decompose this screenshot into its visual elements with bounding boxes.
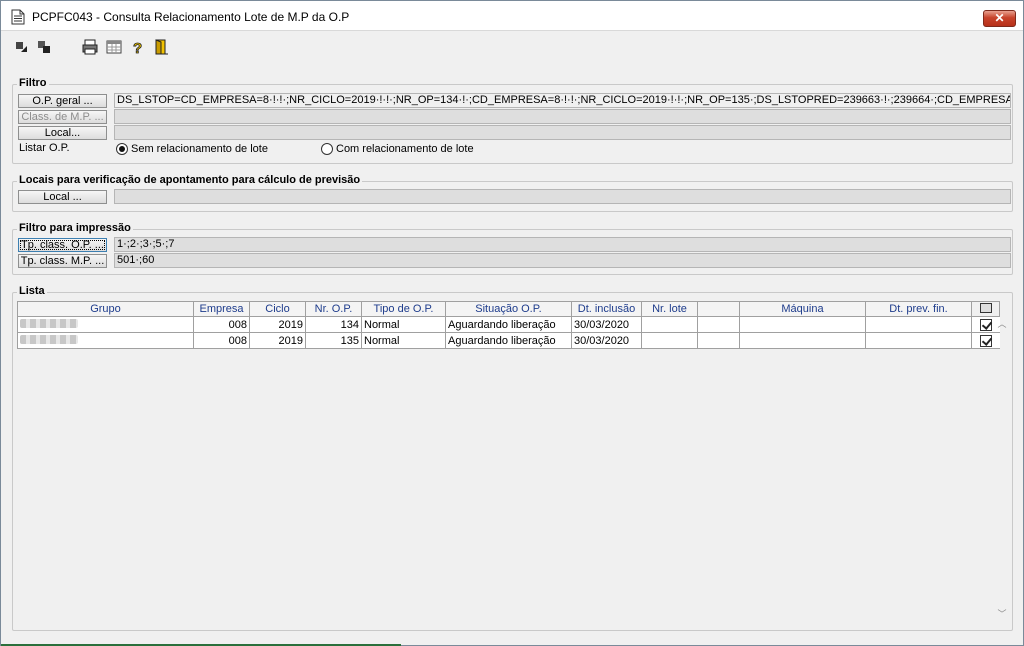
redacted-text — [20, 334, 78, 344]
document-icon — [11, 9, 25, 25]
lista-title: Lista — [17, 285, 47, 297]
cell-empresa[interactable]: 008 — [193, 332, 250, 349]
scroll-up-icon[interactable]: ︿ — [996, 319, 1008, 329]
row-checkbox[interactable] — [979, 318, 992, 331]
table-header-row: Grupo Empresa Ciclo Nr. O.P. Tipo de O.P… — [17, 301, 1000, 317]
col-grupo[interactable]: Grupo — [17, 301, 194, 317]
impressao-title: Filtro para impressão — [17, 222, 133, 234]
cell-situacao[interactable]: Aguardando liberação — [445, 332, 572, 349]
cell-ciclo[interactable]: 2019 — [249, 316, 306, 333]
radio-sem-label[interactable]: Sem relacionamento de lote — [131, 143, 268, 155]
impressao-group: Filtro para impressão Tp. class. O.P. ..… — [12, 222, 1013, 275]
cell-dt-inclusao[interactable]: 30/03/2020 — [571, 332, 642, 349]
cell-situacao[interactable]: Aguardando liberação — [445, 316, 572, 333]
app-window: PCPFC043 - Consulta Relacionamento Lote … — [0, 0, 1024, 646]
table-row[interactable]: 008 2019 135 Normal Aguardando liberação… — [17, 332, 1000, 349]
cell-extra[interactable] — [697, 332, 740, 349]
locais-local-field[interactable] — [114, 189, 1011, 204]
cell-empresa[interactable]: 008 — [193, 316, 250, 333]
table-row[interactable]: 008 2019 134 Normal Aguardando liberação… — [17, 316, 1000, 333]
col-dt-prev-fin[interactable]: Dt. prev. fin. — [865, 301, 972, 317]
redacted-text — [20, 318, 78, 328]
locais-local-button[interactable]: Local ... — [18, 190, 107, 204]
class-mp-button[interactable]: Class. de M.P. ... — [18, 110, 107, 124]
lista-table: Grupo Empresa Ciclo Nr. O.P. Tipo de O.P… — [17, 301, 1000, 349]
close-button[interactable]: ✕ — [983, 10, 1016, 27]
locais-group: Locais para verificação de apontamento p… — [12, 174, 1013, 212]
row-checkbox[interactable] — [979, 334, 992, 347]
class-mp-field[interactable] — [114, 109, 1011, 124]
cell-grupo[interactable] — [17, 316, 194, 333]
cell-nr-op[interactable]: 135 — [305, 332, 362, 349]
calendar-grid-icon[interactable] — [105, 38, 123, 56]
cell-nr-lote[interactable] — [641, 316, 698, 333]
cell-tipo[interactable]: Normal — [361, 332, 446, 349]
list-scrollbar[interactable]: ︿ ﹀ — [996, 319, 1008, 621]
cell-dt-prev[interactable] — [865, 316, 972, 333]
col-empresa[interactable]: Empresa — [193, 301, 250, 317]
select-column-icon — [979, 302, 992, 313]
listar-op-label: Listar O.P. — [19, 142, 70, 154]
col-nr-op[interactable]: Nr. O.P. — [305, 301, 362, 317]
window-title: PCPFC043 - Consulta Relacionamento Lote … — [32, 10, 350, 24]
tp-class-mp-field[interactable]: 501·;60 — [114, 253, 1011, 268]
title-bar: PCPFC043 - Consulta Relacionamento Lote … — [1, 1, 1023, 31]
cell-dt-prev[interactable] — [865, 332, 972, 349]
radio-com-relacionamento[interactable] — [321, 143, 333, 155]
first-record-icon[interactable] — [13, 38, 31, 56]
cell-maquina[interactable] — [739, 332, 866, 349]
filtro-title: Filtro — [17, 77, 49, 89]
tp-class-mp-button[interactable]: Tp. class. M.P. ... — [18, 254, 107, 268]
help-icon[interactable]: ? — [129, 38, 147, 56]
col-ciclo[interactable]: Ciclo — [249, 301, 306, 317]
cell-nr-lote[interactable] — [641, 332, 698, 349]
lista-group: Lista Grupo Empresa Ciclo Nr. O.P. Tipo … — [12, 285, 1013, 631]
col-dt-inclusao[interactable]: Dt. inclusão — [571, 301, 642, 317]
local-button[interactable]: Local... — [18, 126, 107, 140]
exit-door-icon[interactable] — [152, 38, 170, 56]
print-icon[interactable] — [81, 38, 99, 56]
col-select-all[interactable] — [971, 301, 1000, 317]
filtro-group: Filtro O.P. geral ... DS_LSTOP=CD_EMPRES… — [12, 77, 1013, 164]
cell-tipo[interactable]: Normal — [361, 316, 446, 333]
col-nr-lote[interactable]: Nr. lote — [641, 301, 698, 317]
cell-extra[interactable] — [697, 316, 740, 333]
cell-nr-op[interactable]: 134 — [305, 316, 362, 333]
cell-ciclo[interactable]: 2019 — [249, 332, 306, 349]
radio-com-label[interactable]: Com relacionamento de lote — [336, 143, 474, 155]
op-geral-field[interactable]: DS_LSTOP=CD_EMPRESA=8·!·!·;NR_CICLO=2019… — [114, 93, 1011, 108]
op-geral-button[interactable]: O.P. geral ... — [18, 94, 107, 108]
col-extra[interactable] — [697, 301, 740, 317]
local-field[interactable] — [114, 125, 1011, 140]
col-maquina[interactable]: Máquina — [739, 301, 866, 317]
svg-text:?: ? — [133, 40, 142, 56]
scroll-down-icon[interactable]: ﹀ — [996, 609, 1008, 619]
tp-class-op-button[interactable]: Tp. class. O.P. ... — [18, 238, 107, 252]
locais-title: Locais para verificação de apontamento p… — [17, 174, 363, 186]
col-situacao-op[interactable]: Situação O.P. — [445, 301, 572, 317]
cell-maquina[interactable] — [739, 316, 866, 333]
cell-dt-inclusao[interactable]: 30/03/2020 — [571, 316, 642, 333]
cell-grupo[interactable] — [17, 332, 194, 349]
radio-sem-relacionamento[interactable] — [116, 143, 128, 155]
previous-record-icon[interactable] — [36, 38, 54, 56]
col-tipo-op[interactable]: Tipo de O.P. — [361, 301, 446, 317]
tp-class-op-field[interactable]: 1·;2·;3·;5·;7 — [114, 237, 1011, 252]
